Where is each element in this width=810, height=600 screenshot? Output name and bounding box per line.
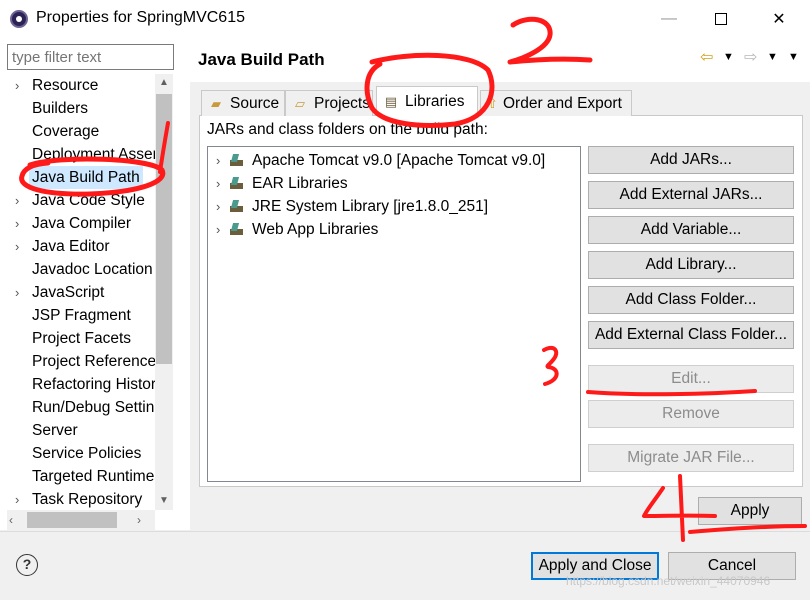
chevron-right-icon[interactable]: › [15, 235, 25, 258]
window-title: Properties for SpringMVC615 [36, 9, 245, 26]
page-title: Java Build Path [198, 50, 325, 69]
chevron-right-icon[interactable]: › [216, 172, 228, 195]
tab-libraries[interactable]: ▤ Libraries [376, 86, 478, 116]
migrate-jar-button[interactable]: Migrate JAR File... [588, 444, 794, 472]
add-variable-button[interactable]: Add Variable... [588, 216, 794, 244]
minimize-button[interactable]: — [646, 4, 692, 34]
libraries-icon: ▤ [384, 93, 398, 109]
library-jar-icon [230, 154, 244, 166]
library-item[interactable]: › EAR Libraries [216, 172, 348, 195]
add-external-class-folder-button[interactable]: Add External Class Folder... [588, 321, 794, 349]
tree-item-label: Server [32, 422, 78, 439]
library-label: EAR Libraries [252, 175, 348, 192]
watermark: https://blog.csdn.net/weixin_44070946 [566, 574, 771, 588]
add-jars-button[interactable]: Add JARs... [588, 146, 794, 174]
tree-item-label: Run/Debug Settings [32, 399, 155, 416]
scroll-left-icon[interactable]: ‹ [9, 510, 13, 530]
eclipse-app-icon [10, 10, 28, 28]
tree-item-label: Targeted Runtimes [32, 468, 155, 485]
chevron-right-icon[interactable]: › [216, 195, 228, 218]
tree-item-label: JSP Fragment [32, 307, 131, 324]
forward-arrow-icon[interactable]: ⇨ [744, 47, 757, 67]
maximize-button[interactable] [698, 4, 744, 34]
tree-item-label: Resource [32, 77, 99, 94]
tree-item-label: JavaScript [32, 284, 105, 301]
chevron-right-icon[interactable]: › [216, 149, 228, 172]
tab-order-and-export[interactable]: ⇧ Order and Export [480, 90, 632, 116]
chevron-right-icon[interactable]: › [15, 281, 25, 304]
library-item[interactable]: › Web App Libraries [216, 218, 378, 241]
library-item[interactable]: › JRE System Library [jre1.8.0_251] [216, 195, 488, 218]
project-folder-icon: ▱ [295, 95, 305, 111]
maximize-icon [715, 13, 727, 25]
chevron-right-icon[interactable]: › [15, 488, 25, 510]
edit-button[interactable]: Edit... [588, 365, 794, 393]
tree-item-label: Javadoc Location [32, 261, 153, 278]
back-arrow-icon[interactable]: ⇦ [700, 47, 713, 67]
tree-item-label: Java Editor [32, 238, 110, 255]
tree-item-label: Builders [32, 100, 88, 117]
library-label: Web App Libraries [252, 221, 379, 238]
tree-item-label: Refactoring History [32, 376, 155, 393]
library-jar-icon [230, 177, 244, 189]
source-folder-icon: ▰ [211, 95, 221, 111]
tree-item-label: Deployment Assembly [32, 146, 155, 163]
tree-item-label: Java Compiler [32, 215, 132, 232]
add-external-jars-button[interactable]: Add External JARs... [588, 181, 794, 209]
library-list[interactable]: › Apache Tomcat v9.0 [Apache Tomcat v9.0]… [207, 146, 581, 482]
view-menu-icon[interactable]: ▼ [788, 51, 799, 63]
filter-input[interactable] [7, 44, 174, 70]
tree-vertical-scrollbar[interactable]: ▲ ▼ [155, 74, 173, 510]
add-class-folder-button[interactable]: Add Class Folder... [588, 286, 794, 314]
tab-source[interactable]: ▰ Source [201, 90, 285, 116]
tree-item-label: Coverage [32, 123, 100, 140]
tree-item-label: Java Build Path [29, 166, 143, 189]
close-button[interactable]: ✕ [756, 4, 802, 34]
tab-projects[interactable]: ▱ Projects [285, 90, 373, 116]
scroll-right-icon[interactable]: › [137, 510, 141, 530]
scroll-thumb[interactable] [27, 512, 117, 528]
library-jar-icon [230, 223, 244, 235]
scroll-down-icon[interactable]: ▼ [155, 492, 173, 510]
tree-item-label: Project Facets [32, 330, 132, 347]
chevron-right-icon[interactable]: › [216, 218, 228, 241]
tree-item-label: Project References [32, 353, 155, 370]
forward-dropdown-icon[interactable]: ▼ [767, 51, 778, 63]
footer-divider [0, 531, 810, 532]
help-icon[interactable]: ? [16, 554, 38, 576]
tree-horizontal-scrollbar[interactable]: ‹ › [7, 510, 155, 530]
tree-item-label: Task Repository [32, 491, 143, 508]
scroll-up-icon[interactable]: ▲ [155, 74, 173, 92]
chevron-right-icon[interactable]: › [15, 74, 25, 97]
remove-button[interactable]: Remove [588, 400, 794, 428]
scroll-thumb[interactable] [156, 94, 172, 364]
library-label: JRE System Library [jre1.8.0_251] [252, 198, 489, 215]
property-tree: › Resource Builders Coverage Deployment Asse… [7, 74, 155, 510]
library-label: Apache Tomcat v9.0 [Apache Tomcat v9.0] [252, 152, 546, 169]
chevron-right-icon[interactable]: › [15, 212, 25, 235]
library-item[interactable]: › Apache Tomcat v9.0 [Apache Tomcat v9.0] [216, 149, 545, 172]
tree-item-label: Java Code Style [32, 192, 145, 209]
tree-item-label: Service Policies [32, 445, 142, 462]
build-path-label: JARs and class folders on the build path… [207, 121, 488, 138]
apply-button[interactable]: Apply [698, 497, 802, 525]
add-library-button[interactable]: Add Library... [588, 251, 794, 279]
back-dropdown-icon[interactable]: ▼ [723, 51, 734, 63]
order-export-icon: ⇧ [487, 95, 498, 111]
library-jar-icon [230, 200, 244, 212]
chevron-right-icon[interactable]: › [15, 189, 25, 212]
